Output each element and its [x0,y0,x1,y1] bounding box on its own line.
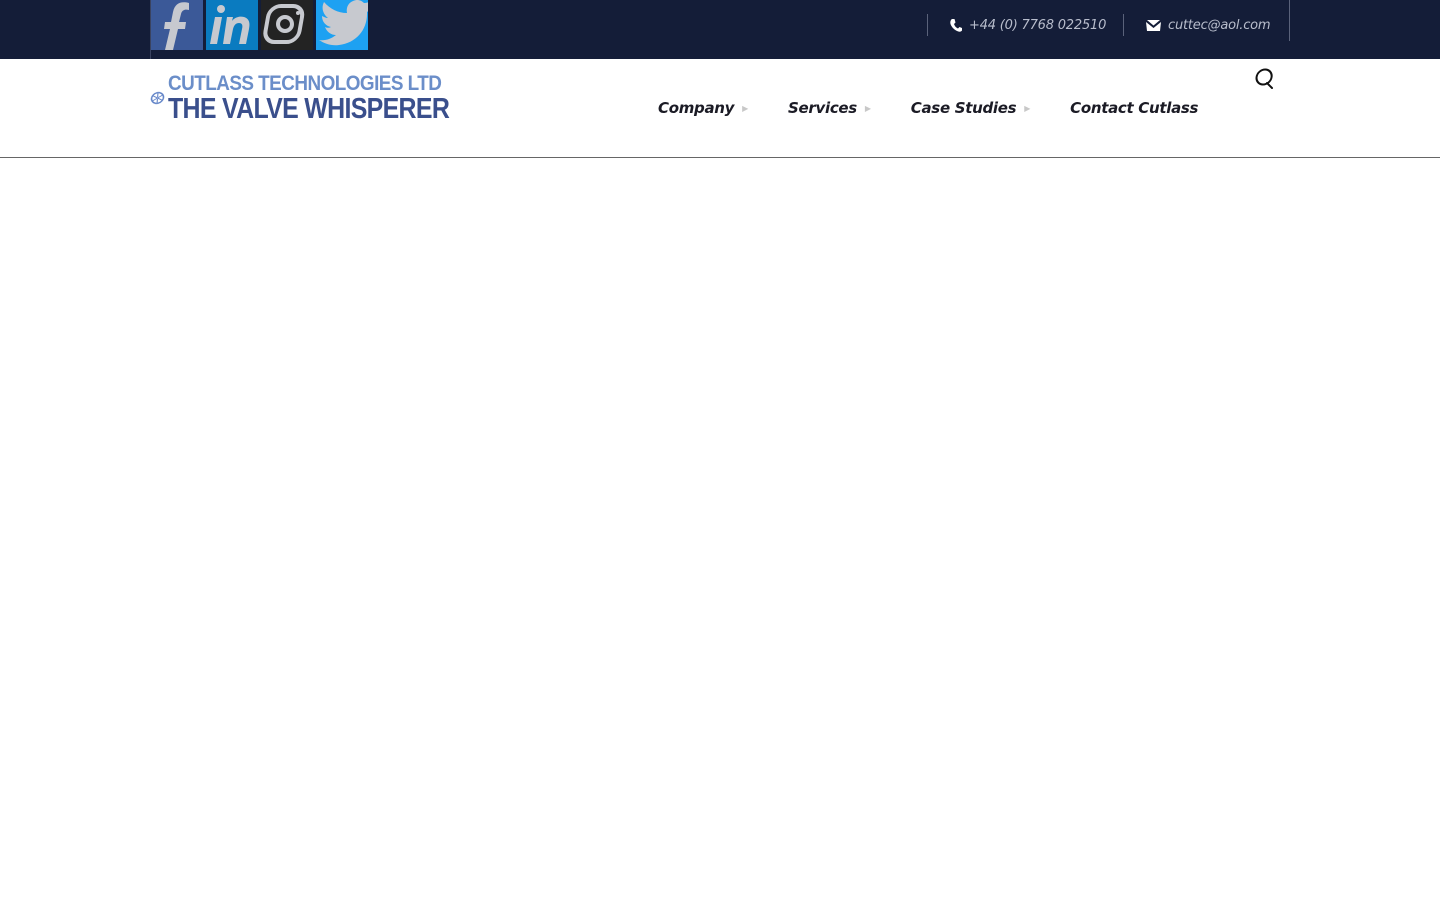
linkedin-link[interactable] [206,0,258,50]
instagram-link[interactable] [261,0,313,50]
phone-contact: +44 (0) 7768 022510 [927,9,1106,41]
divider [1289,0,1290,41]
search-icon [1255,68,1273,89]
top-bar: +44 (0) 7768 022510 cuttec@aol.com [0,0,1440,59]
email-link[interactable]: cuttec@aol.com [1168,18,1271,33]
phone-link[interactable]: +44 (0) 7768 022510 [969,18,1106,33]
phone-icon [950,18,962,32]
facebook-icon [164,2,189,50]
nav-company-label: Company [658,99,735,117]
nav-services-label: Services [788,99,857,117]
linkedin-icon [210,5,250,44]
caret-right-icon: ▶ [1024,103,1031,113]
email-contact: cuttec@aol.com [1123,9,1271,41]
caret-right-icon: ▶ [864,103,871,113]
site-header: CUTLASS TECHNOLOGIES LTD THE VALVE WHISP… [0,59,1440,158]
facebook-link[interactable] [151,0,203,50]
nav-case-studies-label: Case Studies [910,99,1017,117]
nav-services[interactable]: Services ▶ [788,99,871,117]
main-nav: Company ▶ Services ▶ Case Studies ▶ Cont… [658,99,1198,117]
nav-contact-cutlass[interactable]: Contact Cutlass [1070,99,1198,117]
envelope-icon [1146,19,1161,31]
twitter-link[interactable] [316,0,368,50]
logo-tagline: THE VALVE WHISPERER [168,92,450,125]
caret-right-icon: ▶ [742,103,749,113]
nav-contact-label: Contact Cutlass [1070,99,1199,117]
search-button[interactable] [1253,67,1275,91]
nav-company[interactable]: Company ▶ [658,99,748,117]
logo-company-name: CUTLASS TECHNOLOGIES LTD [168,71,442,95]
valve-wheel-icon [150,91,165,105]
logo[interactable]: CUTLASS TECHNOLOGIES LTD THE VALVE WHISP… [150,59,495,137]
nav-case-studies[interactable]: Case Studies ▶ [910,99,1031,117]
twitter-icon [319,0,368,46]
social-links [150,0,371,59]
instagram-icon [263,4,305,44]
